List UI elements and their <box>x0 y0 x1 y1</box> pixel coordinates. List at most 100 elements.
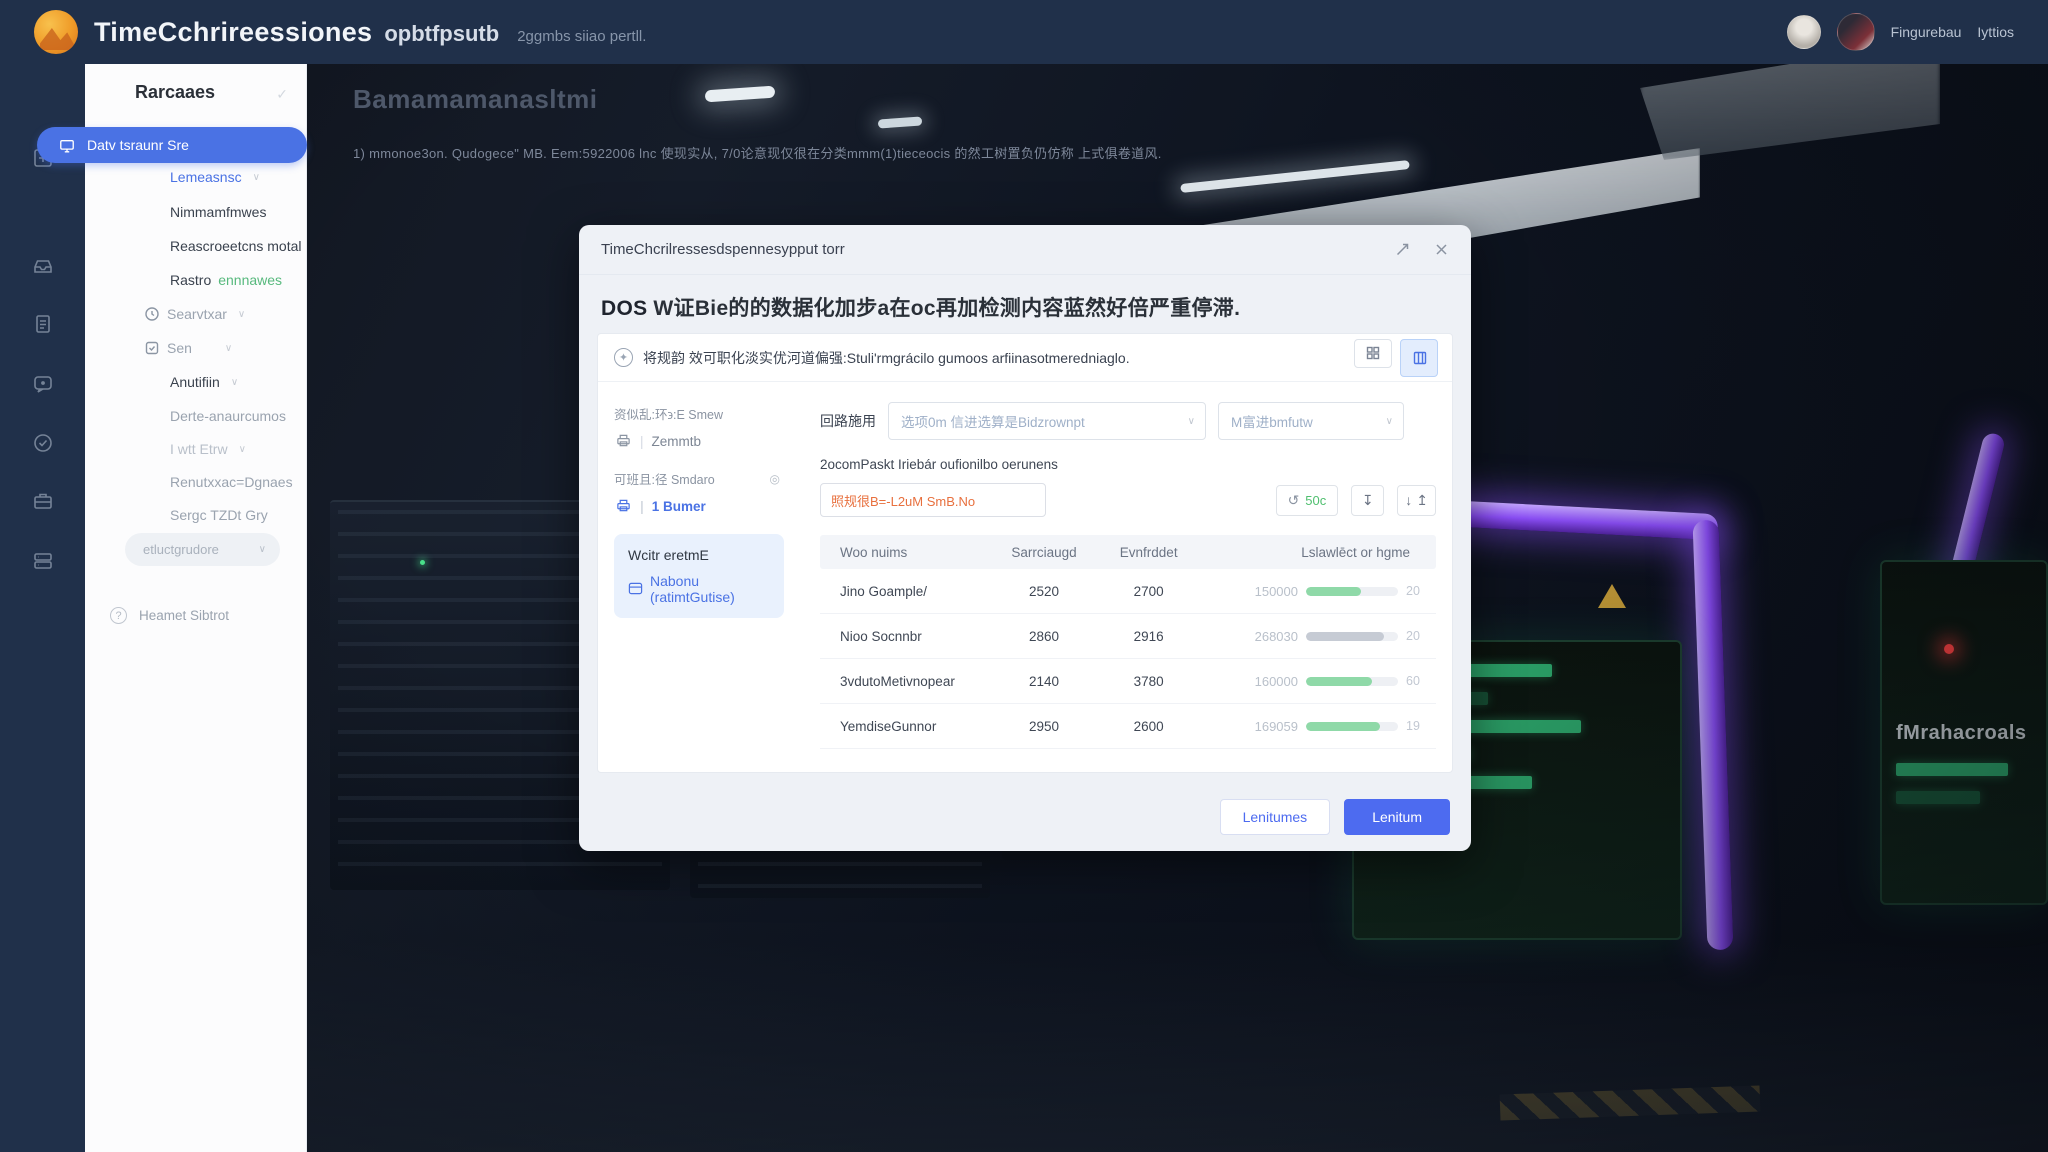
sidebar-help-item[interactable]: ? Heamet Sibtrot <box>110 607 229 624</box>
server-icon[interactable] <box>32 550 54 572</box>
chevron-down-icon: ∨ <box>239 444 246 455</box>
active-item-label: Datv tsraunr Sre <box>87 137 189 153</box>
progress-bar <box>1306 677 1398 686</box>
check-icon: ✓ <box>276 86 288 103</box>
info-icon: ✦ <box>614 348 633 367</box>
chevron-down-icon: ∨ <box>238 309 245 320</box>
sidebar-item-rastro[interactable]: Rastroennnawes <box>170 272 282 288</box>
cell-value-3: 160000 <box>1255 674 1298 689</box>
briefcase-icon[interactable] <box>32 490 54 512</box>
inbox-icon[interactable] <box>32 255 54 277</box>
table-row[interactable]: 3vdutoMetivnopear 2140 3780 160000 60 <box>820 659 1436 704</box>
sidebar-item-nimmamfmwes[interactable]: Nimmamfmwes <box>170 204 266 220</box>
sidebar-item-searvtxar[interactable]: Searvtxar ∨ <box>144 306 245 322</box>
cell-name: YemdiseGunnor <box>820 719 992 734</box>
product-name: TimeCchrireessiones <box>94 17 372 48</box>
refresh-button[interactable]: ↺ 50c <box>1276 485 1339 516</box>
route-select[interactable]: 选项0m 信进选算是Bidzrownpt ∨ <box>888 402 1206 440</box>
sort-button[interactable]: ↓ ↥ <box>1397 485 1436 516</box>
cell-value-1: 2860 <box>992 629 1097 644</box>
table-view-toggle[interactable] <box>1400 339 1438 377</box>
dialog-heading: DOSW证Bie的的数据化加步a在oc再加检测内容蓝然好倍严重停滞. <box>579 275 1471 322</box>
chevron-down-icon: ∨ <box>225 343 232 354</box>
cell-value-1: 2950 <box>992 719 1097 734</box>
sidebar-item-derte[interactable]: Derte-anaurcumos <box>170 408 286 424</box>
cell-value-2: 2916 <box>1096 629 1201 644</box>
cell-value-2: 3780 <box>1096 674 1201 689</box>
product-tagline: 2ggmbs siiao pertll. <box>517 28 646 45</box>
app-root: asoemt fMrahacroals Bamamamanasltmi 1) m… <box>0 0 2048 1152</box>
check-circle-icon[interactable] <box>32 432 54 454</box>
refresh-icon: ↺ <box>1288 492 1300 509</box>
zoom-hint-text: 2ocomPaskt Iriebár oufionilbo oerunens <box>820 457 1436 472</box>
help-icon: ? <box>110 607 127 624</box>
table-row[interactable]: YemdiseGunnor 2950 2600 169059 19 <box>820 704 1436 749</box>
dialog-content-card: ✦ 将规韵 效可职化淡实优河道偏强:Stuli'rmgrácilo gumoos… <box>597 333 1453 773</box>
chevron-down-icon: ∨ <box>1188 416 1195 427</box>
sidebar-item-active[interactable]: Datv tsraunr Sre <box>37 127 307 163</box>
sidebar-nav: Rarcaaes ✓ Lemeasnsc ∨ Nimmamfmwes Reasc… <box>85 64 307 1152</box>
cell-value-1: 2520 <box>992 584 1097 599</box>
progress-tail: 20 <box>1406 629 1424 643</box>
brand-block: TimeCchrireessiones opbtfpsutb 2ggmbs si… <box>94 17 646 48</box>
sidebar-select[interactable]: etluctgrudore ∨ <box>125 533 280 566</box>
dialog-right-panel: 回路施用 选项0m 信进选算是Bidzrownpt ∨ M富进bmfutw ∨ … <box>794 382 1452 749</box>
chevron-down-icon: ∨ <box>259 544 266 555</box>
arrow-down-icon: ↧ <box>1362 492 1374 509</box>
download-button[interactable]: ↧ <box>1351 485 1384 516</box>
confirm-button[interactable]: Lenitum <box>1344 799 1450 835</box>
info-bar: ✦ 将规韵 效可职化淡实优河道偏强:Stuli'rmgrácilo gumoos… <box>598 334 1452 382</box>
page-header: Bamamamanasltmi 1) mmonoe3on. Qudogece" … <box>353 84 1162 162</box>
brand-logo-icon[interactable] <box>34 10 78 54</box>
cell-value-3: 169059 <box>1255 719 1298 734</box>
sidebar-title: Rarcaaes <box>135 82 215 103</box>
arrow-up-icon: ↥ <box>1416 492 1428 509</box>
page-title: Bamamamanasltmi <box>353 84 1162 115</box>
username-link[interactable]: Iyttios <box>1977 24 2014 40</box>
username-link[interactable]: Fingurebau <box>1891 24 1962 40</box>
printer-icon <box>616 433 632 449</box>
group1-label: 资似乱:环϶:E Smew <box>614 404 784 423</box>
group2-value-row[interactable]: | 1 Bumer <box>616 498 784 514</box>
sidebar-item-anutifiin[interactable]: Anutifiin ∨ <box>170 374 238 390</box>
sidebar-item-iwtt-etrw[interactable]: I wtt Etrw ∨ <box>170 441 246 457</box>
chevron-down-icon: ∨ <box>253 172 260 183</box>
loop-icon[interactable]: ◎ <box>770 472 780 486</box>
cell-value-2: 2700 <box>1096 584 1201 599</box>
document-icon[interactable] <box>32 313 54 335</box>
chat-icon[interactable] <box>32 373 54 395</box>
sidebar-item-sen[interactable]: Sen ∨ <box>144 340 232 356</box>
dialog-footer: Lenitumes Lenitum <box>1220 799 1450 835</box>
pattern-input[interactable]: 照规很B=-L2uM SmB.No <box>820 483 1046 517</box>
user-avatar[interactable] <box>1787 15 1821 49</box>
route-label: 回路施用 <box>820 411 876 431</box>
expand-icon[interactable] <box>1395 242 1410 257</box>
progress-tail: 19 <box>1406 719 1424 733</box>
page-description: 1) mmonoe3on. Qudogece" MB. Eem:5922006 … <box>353 143 1162 162</box>
table-header-row: Woo nuims Sarrciaugd Evnfrddet Lslawlēct… <box>820 535 1436 569</box>
card-title: Wcitr eretmE <box>628 547 770 563</box>
cell-value-3: 268030 <box>1255 629 1298 644</box>
mode-select[interactable]: M富进bmfutw ∨ <box>1218 402 1404 440</box>
sidebar-item-reascroeetcns[interactable]: Reascroeetcns motal <box>170 238 302 254</box>
card-icon <box>628 581 643 597</box>
cancel-button[interactable]: Lenitumes <box>1220 799 1331 835</box>
progress-bar <box>1306 722 1398 731</box>
sidebar-item-sergc[interactable]: Sergc TZDt Gry <box>170 507 268 523</box>
table-row[interactable]: Nioo Socnnbr 2860 2916 268030 20 <box>820 614 1436 659</box>
sidebar-item-renutxxac[interactable]: Renutxxac=Dgnaes <box>170 474 293 490</box>
cell-value-3: 150000 <box>1255 584 1298 599</box>
close-icon[interactable] <box>1434 242 1449 257</box>
grid-view-toggle[interactable] <box>1354 339 1392 368</box>
user-avatar[interactable] <box>1837 13 1875 51</box>
group2-label: 可班且:径 Smdaro ◎ <box>614 469 784 488</box>
progress-tail: 60 <box>1406 674 1424 688</box>
selected-target-card[interactable]: Wcitr eretmE Nabonu (ratimtGutise) <box>614 534 784 618</box>
table-row[interactable]: Jino Goample/ 2520 2700 150000 20 <box>820 569 1436 614</box>
cell-name: 3vdutoMetivnopear <box>820 674 992 689</box>
cell-value-2: 2600 <box>1096 719 1201 734</box>
group1-value-row[interactable]: | Zemmtb <box>616 433 784 449</box>
chevron-down-icon: ∨ <box>1386 416 1393 427</box>
monitor-icon <box>59 137 75 153</box>
sidebar-item-lemeasnsc[interactable]: Lemeasnsc ∨ <box>170 169 260 185</box>
